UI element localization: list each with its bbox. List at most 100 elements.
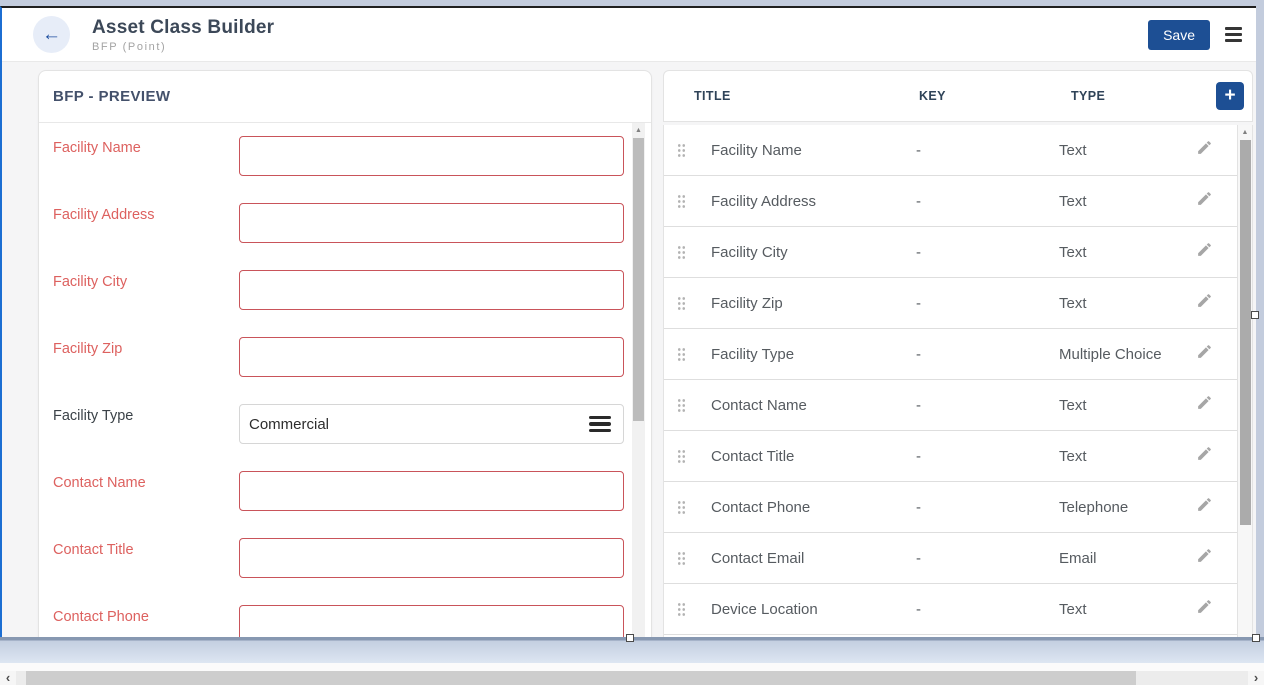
drag-handle-icon[interactable] — [677, 245, 686, 259]
edit-pencil-icon[interactable] — [1192, 394, 1216, 416]
field-label: Contact Name — [53, 471, 239, 491]
back-arrow-icon: ← — [42, 25, 61, 44]
row-type: Text — [1059, 397, 1192, 414]
field-label: Facility Address — [53, 203, 239, 223]
form-field-row: Facility City — [53, 270, 651, 310]
column-type: TYPE — [1071, 89, 1216, 103]
resize-handle-bottom-right[interactable] — [1252, 634, 1260, 642]
field-label: Facility Type — [53, 404, 239, 424]
row-key: - — [916, 601, 1059, 618]
row-key: - — [916, 244, 1059, 261]
text-input[interactable] — [239, 337, 624, 377]
form-field-row: Contact Phone — [53, 605, 651, 637]
fields-panel: TITLE KEY TYPE + Facility Name - Text — [663, 70, 1253, 637]
row-key: - — [916, 550, 1059, 567]
back-button[interactable]: ← — [33, 16, 70, 53]
resize-handle-right-middle[interactable] — [1251, 311, 1259, 319]
edit-pencil-icon[interactable] — [1192, 343, 1216, 365]
scroll-up-icon[interactable]: ▲ — [632, 123, 645, 138]
editor-viewport: ← Asset Class Builder BFP (Point) Save B… — [0, 0, 1264, 685]
preview-form: Facility Name Facility Address — [39, 123, 651, 637]
edit-pencil-icon[interactable] — [1192, 139, 1216, 161]
add-field-button[interactable]: + — [1216, 82, 1244, 110]
row-key: - — [916, 295, 1059, 312]
row-key: - — [916, 346, 1059, 363]
row-key: - — [916, 448, 1059, 465]
field-definition-row[interactable]: Contact Email - Email — [664, 533, 1252, 584]
field-label: Contact Phone — [53, 605, 239, 625]
row-type: Text — [1059, 142, 1192, 159]
drag-handle-icon[interactable] — [677, 602, 686, 616]
column-title: TITLE — [694, 89, 919, 103]
edit-pencil-icon[interactable] — [1192, 292, 1216, 314]
field-definition-row[interactable]: Facility Address - Text — [664, 176, 1252, 227]
edit-pencil-icon[interactable] — [1192, 241, 1216, 263]
scroll-left-icon[interactable]: ‹ — [0, 671, 16, 685]
preview-title: BFP - PREVIEW — [53, 88, 170, 105]
form-field-row: Contact Name — [53, 471, 651, 511]
fields-scrollbar[interactable]: ▲ — [1237, 125, 1252, 637]
drag-handle-icon[interactable] — [677, 143, 686, 157]
field-definition-row[interactable]: Facility City - Text — [664, 227, 1252, 278]
edit-pencil-icon[interactable] — [1192, 190, 1216, 212]
text-input[interactable] — [239, 538, 624, 578]
drag-handle-icon[interactable] — [677, 500, 686, 514]
field-definition-row[interactable]: Contact Title - Text — [664, 431, 1252, 482]
field-definition-row[interactable]: Contact Phone - Telephone — [664, 482, 1252, 533]
preview-scrollbar-thumb[interactable] — [633, 138, 644, 421]
text-input[interactable] — [239, 203, 624, 243]
edit-pencil-icon[interactable] — [1192, 445, 1216, 467]
select-value: Commercial — [249, 416, 329, 433]
horizontal-scrollbar-thumb[interactable] — [26, 671, 1136, 685]
scroll-right-icon[interactable]: › — [1248, 671, 1264, 685]
text-input[interactable] — [239, 605, 624, 637]
edit-pencil-icon[interactable] — [1192, 598, 1216, 620]
hamburger-menu-icon[interactable] — [1225, 24, 1242, 45]
row-title: Contact Title — [711, 448, 916, 465]
row-title: Contact Email — [711, 550, 916, 567]
row-title: Device Location — [711, 601, 916, 618]
main-area: BFP - PREVIEW Facility Name — [2, 62, 1256, 637]
field-definition-row[interactable]: Contact Name - Text — [664, 380, 1252, 431]
save-button[interactable]: Save — [1148, 20, 1210, 50]
drag-handle-icon[interactable] — [677, 347, 686, 361]
field-definition-row[interactable]: Device Location - Text — [664, 584, 1252, 635]
field-label: Facility Zip — [53, 337, 239, 357]
fields-scrollbar-thumb[interactable] — [1240, 140, 1251, 525]
row-title: Facility Name — [711, 142, 916, 159]
drag-handle-icon[interactable] — [677, 449, 686, 463]
drag-handle-icon[interactable] — [677, 398, 686, 412]
edit-pencil-icon[interactable] — [1192, 547, 1216, 569]
scroll-up-icon[interactable]: ▲ — [1238, 125, 1252, 140]
text-input[interactable] — [239, 136, 624, 176]
page-title: Asset Class Builder — [92, 17, 1148, 39]
drag-handle-icon[interactable] — [677, 194, 686, 208]
edit-pencil-icon[interactable] — [1192, 496, 1216, 518]
row-type: Text — [1059, 601, 1192, 618]
select-input[interactable]: Commercial — [239, 404, 624, 444]
row-key: - — [916, 499, 1059, 516]
preview-scrollbar[interactable]: ▲ — [632, 123, 645, 637]
drag-handle-icon[interactable] — [677, 551, 686, 565]
form-field-row: Facility Address — [53, 203, 651, 243]
field-label: Facility Name — [53, 136, 239, 156]
app-window: ← Asset Class Builder BFP (Point) Save B… — [0, 6, 1256, 637]
text-input[interactable] — [239, 471, 624, 511]
field-label: Contact Title — [53, 538, 239, 558]
row-type: Text — [1059, 244, 1192, 261]
field-definition-row[interactable]: Facility Type - Multiple Choice — [664, 329, 1252, 380]
fields-table-body: Facility Name - Text Facility Address — [663, 125, 1253, 637]
form-field-row: Facility Name — [53, 136, 651, 176]
select-menu-icon — [589, 413, 611, 436]
row-type: Text — [1059, 448, 1192, 465]
resize-handle-bottom-center[interactable] — [626, 634, 634, 642]
horizontal-scrollbar[interactable]: ‹ › — [0, 671, 1264, 685]
field-definition-row[interactable]: Facility Zip - Text — [664, 278, 1252, 329]
column-key: KEY — [919, 89, 1071, 103]
row-key: - — [916, 397, 1059, 414]
text-input[interactable] — [239, 270, 624, 310]
field-definition-row[interactable]: Facility Name - Text — [664, 125, 1252, 176]
field-label: Facility City — [53, 270, 239, 290]
drag-handle-icon[interactable] — [677, 296, 686, 310]
fields-rows: Facility Name - Text Facility Address — [664, 125, 1252, 635]
